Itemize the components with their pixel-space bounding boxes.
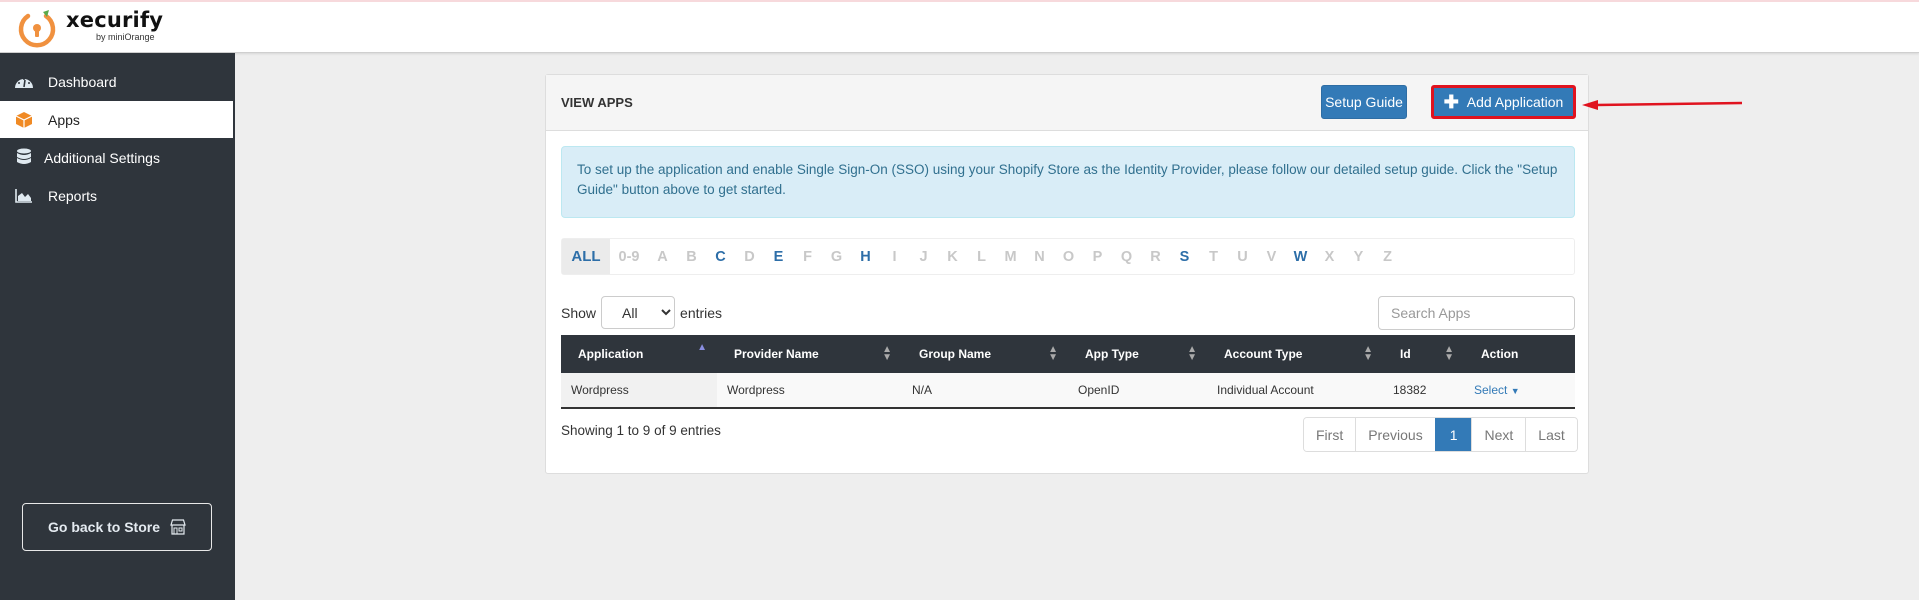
show-label: Show xyxy=(561,304,597,321)
sort-asc-icon: ▲ xyxy=(697,342,707,353)
brand-name: xecurify xyxy=(66,8,164,32)
pagination-previous[interactable]: Previous xyxy=(1355,418,1435,451)
sidebar-item-reports[interactable]: Reports xyxy=(0,177,233,214)
sidebar-item-additional-settings[interactable]: Additional Settings xyxy=(0,139,233,176)
cube-icon xyxy=(14,110,34,130)
table-info: Showing 1 to 9 of 9 entries xyxy=(561,423,721,438)
sidebar: Dashboard Apps Additional Settings Repor… xyxy=(0,53,235,600)
cell-group-name: N/A xyxy=(912,383,933,397)
column-header-provider-name[interactable]: Provider Name ▲ ▼ xyxy=(717,335,902,373)
column-header-application[interactable]: Application ▲ xyxy=(561,335,717,373)
setup-guide-label: Setup Guide xyxy=(1325,94,1403,110)
alphabet-filter-m[interactable]: M xyxy=(996,239,1025,274)
alphabet-filter-u[interactable]: U xyxy=(1228,239,1257,274)
sidebar-item-label: Reports xyxy=(48,187,98,204)
alphabet-filter-h[interactable]: H xyxy=(851,239,880,274)
alphabet-filter-p[interactable]: P xyxy=(1083,239,1112,274)
alphabet-filter-0-9[interactable]: 0-9 xyxy=(610,239,648,274)
alphabet-filter-v[interactable]: V xyxy=(1257,239,1286,274)
panel-header: VIEW APPS Setup Guide ✚ Add Application xyxy=(546,75,1588,131)
sidebar-item-label: Additional Settings xyxy=(44,149,160,166)
column-header-app-type[interactable]: App Type ▲ ▼ xyxy=(1068,335,1207,373)
logo-icon xyxy=(18,10,56,48)
alphabet-filter-q[interactable]: Q xyxy=(1112,239,1141,274)
cell-application: Wordpress xyxy=(561,373,717,408)
cell-id: 18382 xyxy=(1393,383,1427,397)
alphabet-filter-l[interactable]: L xyxy=(967,239,996,274)
apps-table: Application ▲ Provider Name ▲ ▼ Group Name ▲… xyxy=(561,335,1575,409)
caret-down-icon: ▼ xyxy=(1510,386,1520,396)
alphabet-filter-j[interactable]: J xyxy=(909,239,938,274)
alphabet-filter-t[interactable]: T xyxy=(1199,239,1228,274)
sort-icon: ▲ ▼ xyxy=(1048,344,1058,363)
select-action-dropdown[interactable]: Select ▼ xyxy=(1474,383,1520,397)
alphabet-filter-s[interactable]: S xyxy=(1170,239,1199,274)
plus-icon: ✚ xyxy=(1443,92,1459,112)
sort-icon: ▲ ▼ xyxy=(1363,344,1373,363)
entries-label: entries xyxy=(680,304,723,321)
alphabet-filter-d[interactable]: D xyxy=(735,239,764,274)
search-apps-input[interactable] xyxy=(1378,296,1575,330)
column-header-action: Action xyxy=(1481,347,1519,361)
alphabet-filter-n[interactable]: N xyxy=(1025,239,1054,274)
alphabet-filter-o[interactable]: O xyxy=(1054,239,1083,274)
sort-icon: ▲ ▼ xyxy=(1187,344,1197,363)
column-header-id[interactable]: Id ▲ ▼ xyxy=(1383,335,1464,373)
setup-guide-button[interactable]: Setup Guide xyxy=(1321,85,1407,119)
alphabet-filter-all[interactable]: ALL xyxy=(562,239,610,274)
store-button-label: Go back to Store xyxy=(47,519,161,535)
alphabet-filter-x[interactable]: X xyxy=(1315,239,1344,274)
top-bar: xecurify by miniOrange xyxy=(0,0,1919,53)
cell-provider-name: Wordpress xyxy=(727,383,785,397)
cell-action: Select ▼ xyxy=(1464,373,1575,408)
entries-length-control: Show All entries xyxy=(561,296,722,329)
info-alert: To set up the application and enable Sin… xyxy=(561,146,1575,218)
add-application-label: Add Application xyxy=(1466,94,1564,110)
cell-app-type: OpenID xyxy=(1078,383,1120,397)
sidebar-item-label: Apps xyxy=(48,111,80,128)
column-header-group-name[interactable]: Group Name ▲ ▼ xyxy=(902,335,1068,373)
alphabet-filter-i[interactable]: I xyxy=(880,239,909,274)
alphabet-filter-k[interactable]: K xyxy=(938,239,967,274)
pagination-next[interactable]: Next xyxy=(1471,418,1526,451)
alphabet-filter-z[interactable]: Z xyxy=(1373,239,1402,274)
go-back-to-store-button[interactable]: Go back to Store xyxy=(22,503,212,551)
alphabet-filter: ALL 0-9 A B C D E F G H I J K L M N O P Q R S T U V W X Y Z xyxy=(561,238,1575,275)
annotation-arrow-icon xyxy=(1582,100,1743,110)
alphabet-filter-c[interactable]: C xyxy=(706,239,735,274)
dashboard-icon xyxy=(14,72,34,92)
pagination: First Previous 1 Next Last xyxy=(1303,417,1578,452)
table-row: Wordpress Wordpress N/A OpenID Individua… xyxy=(561,373,1575,408)
sidebar-item-label: Dashboard xyxy=(48,73,117,90)
pagination-last[interactable]: Last xyxy=(1525,418,1577,451)
sort-icon: ▲ ▼ xyxy=(1444,344,1454,363)
alphabet-filter-a[interactable]: A xyxy=(648,239,677,274)
brand-subtitle: by miniOrange xyxy=(96,32,155,42)
alphabet-filter-g[interactable]: G xyxy=(822,239,851,274)
entries-length-select[interactable]: All xyxy=(601,296,676,329)
table-header-row: Application ▲ Provider Name ▲ ▼ Group Name ▲… xyxy=(561,335,1575,373)
brand-logo[interactable]: xecurify by miniOrange xyxy=(16,8,163,50)
store-icon xyxy=(170,519,186,535)
sort-icon: ▲ ▼ xyxy=(882,344,892,363)
column-header-account-type[interactable]: Account Type ▲ ▼ xyxy=(1207,335,1383,373)
area-chart-icon xyxy=(14,186,34,206)
cell-account-type: Individual Account xyxy=(1217,383,1314,397)
alphabet-filter-f[interactable]: F xyxy=(793,239,822,274)
database-icon xyxy=(14,148,34,168)
alphabet-filter-b[interactable]: B xyxy=(677,239,706,274)
sidebar-item-apps[interactable]: Apps xyxy=(0,101,233,138)
sidebar-item-dashboard[interactable]: Dashboard xyxy=(0,63,233,100)
view-apps-panel: VIEW APPS Setup Guide ✚ Add Application … xyxy=(545,74,1589,474)
page-title: VIEW APPS xyxy=(561,95,633,110)
alphabet-filter-e[interactable]: E xyxy=(764,239,793,274)
add-application-button[interactable]: ✚ Add Application xyxy=(1431,85,1576,119)
alphabet-filter-r[interactable]: R xyxy=(1141,239,1170,274)
alphabet-filter-y[interactable]: Y xyxy=(1344,239,1373,274)
pagination-first[interactable]: First xyxy=(1304,418,1356,451)
pagination-page-1[interactable]: 1 xyxy=(1434,418,1472,451)
alphabet-filter-w[interactable]: W xyxy=(1286,239,1315,274)
